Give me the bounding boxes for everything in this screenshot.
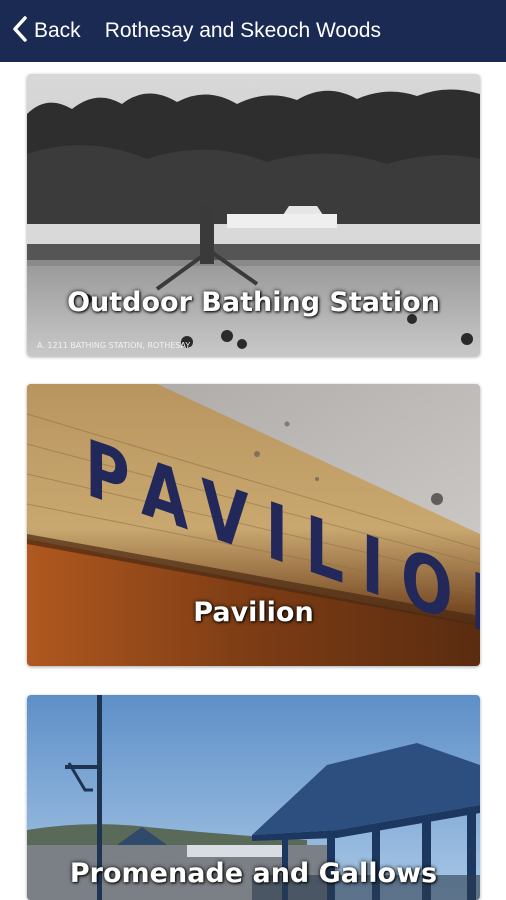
card-label: Pavilion — [193, 597, 314, 628]
card-pavilion[interactable]: PAVILION Pavilion — [27, 384, 480, 666]
app-header: Back Rothesay and Skeoch Woods — [0, 0, 506, 62]
page-title: Rothesay and Skeoch Woods — [104, 19, 381, 42]
chevron-left-icon — [10, 15, 30, 48]
back-button[interactable]: Back — [0, 0, 81, 62]
photo-caption: A. 1211 BATHING STATION, ROTHESAY. — [37, 341, 191, 350]
back-label: Back — [34, 19, 81, 42]
card-label: Promenade and Gallows — [69, 858, 438, 889]
attractions-list: A. 1211 BATHING STATION, ROTHESAY. Outdo… — [0, 62, 506, 900]
card-outdoor-bathing-station[interactable]: A. 1211 BATHING STATION, ROTHESAY. Outdo… — [27, 74, 480, 356]
card-label: Outdoor Bathing Station — [67, 287, 440, 318]
card-promenade-and-gallows[interactable]: Promenade and Gallows — [27, 695, 480, 900]
